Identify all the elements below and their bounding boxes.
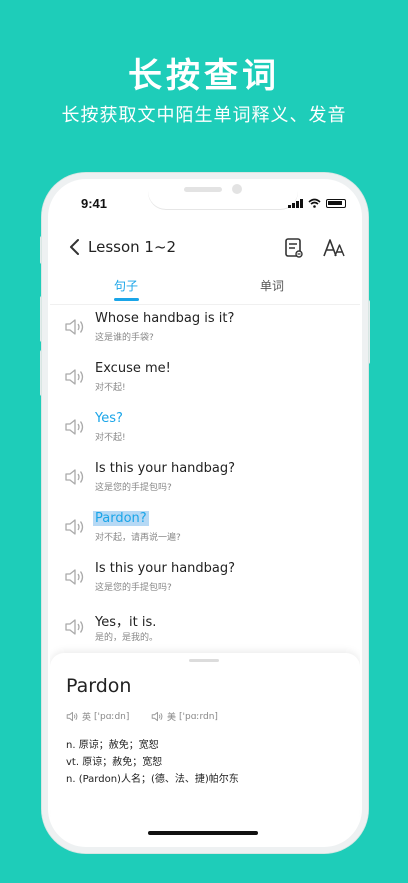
- sentence-row[interactable]: Yes? 对不起!: [50, 407, 360, 457]
- sentence-chinese: 对不起!: [95, 383, 126, 393]
- sentence-row[interactable]: Is this your handbag? 这是您的手提包吗?: [50, 457, 360, 507]
- promo-headline: 长按查词: [128, 56, 280, 96]
- sentence-english[interactable]: Yes，it is.: [95, 611, 156, 630]
- sentence-chinese: 是的，是我的。: [95, 633, 159, 643]
- speaker-icon[interactable]: [64, 618, 86, 636]
- sentence-english[interactable]: Excuse me!: [95, 361, 171, 376]
- speaker-grille: [184, 187, 222, 192]
- speaker-icon[interactable]: [64, 468, 86, 486]
- speaker-icon[interactable]: [64, 568, 86, 586]
- active-tab-indicator: [114, 298, 139, 301]
- uk-pronunciation[interactable]: 英 ['pɑːdn]: [66, 710, 129, 723]
- status-time: 9:41: [81, 196, 108, 211]
- definition-item: vt. 原谅；赦免；宽恕: [66, 757, 163, 768]
- sentence-english[interactable]: Is this your handbag?: [95, 561, 235, 576]
- tab-bar: 句子 单词: [50, 271, 360, 305]
- status-bar: 9:41: [50, 181, 360, 221]
- note-icon[interactable]: [284, 237, 304, 259]
- tab-sentences[interactable]: 句子: [114, 277, 138, 294]
- speaker-icon[interactable]: [151, 711, 164, 722]
- nav-bar: Lesson 1~2: [50, 229, 360, 269]
- selected-word[interactable]: Pardon?: [93, 511, 149, 526]
- phone-notch: [148, 181, 298, 209]
- chevron-left-icon[interactable]: [66, 237, 84, 257]
- sentence-chinese: 这是您的手提包吗?: [95, 583, 172, 593]
- font-size-icon[interactable]: [322, 237, 346, 259]
- phone-screen: 9:41 Lesson 1~2 句子 单词 Whose handbag is i…: [50, 181, 360, 845]
- front-camera: [232, 184, 242, 194]
- word-definition-sheet: Pardon 英 ['pɑːdn] 美 ['pɑːrdn] n. 原谅；赦免；宽…: [50, 653, 360, 845]
- sentence-english[interactable]: Whose handbag is it?: [95, 311, 234, 326]
- sentence-row[interactable]: Yes，it is. 是的，是我的。: [50, 607, 360, 657]
- sheet-grabber[interactable]: [189, 659, 219, 662]
- page-title: Lesson 1~2: [88, 238, 177, 256]
- us-phonetic: ['pɑːrdn]: [179, 711, 218, 722]
- definition-item: n. 原谅；赦免；宽恕: [66, 740, 159, 751]
- speaker-icon[interactable]: [66, 711, 79, 722]
- wifi-icon: [308, 198, 321, 208]
- sentence-chinese: 对不起，请再说一遍?: [95, 533, 181, 543]
- sentence-chinese: 这是您的手提包吗?: [95, 483, 172, 493]
- tab-words[interactable]: 单词: [260, 277, 284, 294]
- sentence-row[interactable]: Whose handbag is it? 这是谁的手袋?: [50, 307, 360, 357]
- us-label: 美: [167, 713, 177, 723]
- sentence-english-playing[interactable]: Yes?: [95, 411, 123, 426]
- battery-icon: [326, 199, 346, 208]
- uk-label: 英: [82, 713, 92, 723]
- home-indicator[interactable]: [148, 831, 258, 835]
- sentence-chinese: 这是谁的手袋?: [95, 333, 154, 343]
- definition-list: n. 原谅；赦免；宽恕 vt. 原谅；赦免；宽恕 n. (Pardon)人名；(…: [66, 737, 239, 788]
- looked-up-word: Pardon: [66, 675, 132, 697]
- sentence-row[interactable]: Is this your handbag? 这是您的手提包吗?: [50, 557, 360, 607]
- speaker-icon[interactable]: [64, 518, 86, 536]
- speaker-icon[interactable]: [64, 418, 86, 436]
- us-pronunciation[interactable]: 美 ['pɑːrdn]: [151, 710, 218, 723]
- speaker-icon[interactable]: [64, 368, 86, 386]
- sentence-english[interactable]: Is this your handbag?: [95, 461, 235, 476]
- status-icons: [288, 198, 346, 208]
- sentence-row[interactable]: Pardon? 对不起，请再说一遍?: [50, 507, 360, 557]
- phone-frame: 9:41 Lesson 1~2 句子 单词 Whose handbag is i…: [42, 173, 368, 853]
- sentence-chinese: 对不起!: [95, 433, 126, 443]
- uk-phonetic: ['pɑːdn]: [94, 711, 130, 722]
- speaker-icon[interactable]: [64, 318, 86, 336]
- definition-item: n. (Pardon)人名；(德、法、捷)帕尔东: [66, 774, 239, 785]
- promo-subline: 长按获取文中陌生单词释义、发音: [61, 105, 347, 126]
- signal-icon: [288, 199, 303, 208]
- sentence-list: Whose handbag is it? 这是谁的手袋? Excuse me! …: [50, 307, 360, 657]
- sentence-row[interactable]: Excuse me! 对不起!: [50, 357, 360, 407]
